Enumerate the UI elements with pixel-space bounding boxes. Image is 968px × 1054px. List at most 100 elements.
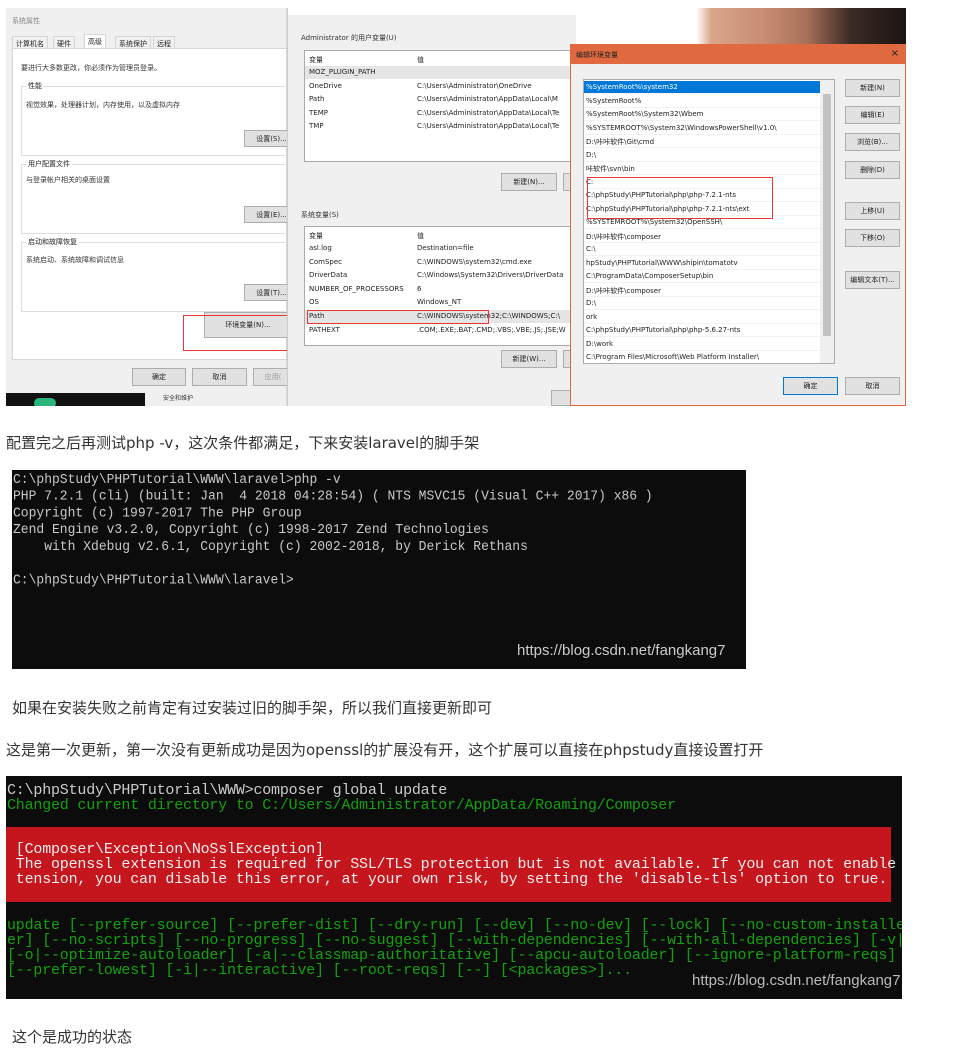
paragraph: 这是第一次更新，第一次没有更新成功是因为openssl的扩展没有开，这个扩展可以… [6, 741, 764, 759]
path-entry[interactable]: ork [584, 311, 820, 324]
highlight-box [183, 315, 300, 351]
group-startup-recovery: 启动和故障恢复 系统启动、系统故障和调试信息 设置(T)... [21, 237, 299, 312]
list-header: 变量 值 [305, 229, 583, 242]
variable-name: TEMP [309, 108, 328, 117]
path-entry[interactable]: D:\咔咔软件\composer [584, 230, 820, 243]
path-entry-text: C:\phpStudy\PHPTutorial\php\php-5.6.27-n… [586, 326, 741, 334]
paragraph: 这个是成功的状态 [12, 1028, 133, 1046]
path-entry[interactable]: C:\phpStudy\PHPTutorial\php\php-5.6.27-n… [584, 324, 820, 337]
path-entry[interactable]: D:\ [584, 297, 820, 310]
app-icon [34, 398, 56, 406]
path-entry-text: D:\work [586, 339, 614, 348]
changed-dir-line: Changed current directory to C:/Users/Ad… [7, 797, 676, 814]
path-entry-text: D:\咔咔软件\composer [586, 232, 661, 241]
error-message: [Composer\Exception\NoSslException] The … [15, 841, 896, 888]
variable-value: C:\Windows\System32\Drivers\DriverData [417, 271, 564, 280]
ok-button[interactable]: 确定 [132, 368, 186, 386]
path-entry-text: %SYSTEMROOT%\System32\WindowsPowerShell\… [586, 123, 777, 132]
list-header: 变量 值 [305, 53, 583, 66]
group-desc: 视觉效果，处理器计划，内存使用，以及虚拟内存 [26, 101, 180, 109]
window-top [288, 8, 577, 15]
path-entry-text: %SystemRoot%\System32\Wbem [586, 110, 704, 118]
path-entry[interactable]: %SystemRoot%\system32 [584, 81, 820, 94]
path-button-1[interactable]: 编辑(E) [845, 106, 900, 124]
tab-2[interactable]: 高级 [84, 34, 106, 49]
path-button-2[interactable]: 浏览(B)... [845, 133, 900, 151]
user-new-button[interactable]: 新建(N)... [501, 173, 557, 191]
variable-name: OS [309, 298, 319, 307]
variable-value: Destination=file [417, 244, 474, 252]
path-entry-text: %SYSTEMROOT%\System32\OpenSSH\ [586, 218, 723, 226]
list-row[interactable]: MOZ_PLUGIN_PATH [305, 66, 583, 79]
variable-name: MOZ_PLUGIN_PATH [309, 68, 376, 76]
group-label: 启动和故障恢复 [26, 237, 79, 247]
background-page [576, 8, 686, 44]
system-vars-list[interactable]: 变量 值 asl.log Destination=file ComSpec C:\WIND… [304, 226, 584, 346]
group-user-profiles: 用户配置文件 与登录帐户相关的桌面设置 设置(E)... [21, 159, 299, 234]
list-row[interactable]: OneDrive C:\Users\Administrator\OneDrive [305, 80, 583, 93]
php-path-highlight [587, 177, 773, 219]
environment-variables-window: Administrator 的用户变量(U) 变量值 MOZ_PLUGIN_PAT… [287, 8, 584, 406]
path-entry-text: C:\Program Files\Microsoft\Web Platform … [586, 353, 760, 361]
list-row[interactable]: TEMP C:\Users\Administrator\AppData\Local… [305, 107, 583, 120]
close-icon[interactable]: × [891, 48, 899, 59]
path-entry[interactable]: C:\ [584, 243, 820, 256]
list-row[interactable]: asl.log Destination=file [305, 242, 583, 255]
usage-text: update [--prefer-source] [--prefer-dist]… [7, 917, 902, 979]
path-entry[interactable]: %SystemRoot% [584, 95, 820, 108]
list-row[interactable]: Path C:\Users\Administrator\AppData\Local… [305, 93, 583, 106]
terminal-composer-update: C:\phpStudy\PHPTutorial\WWW>composer glo… [6, 776, 902, 999]
column-header-var[interactable]: 变量 [309, 55, 323, 65]
variable-value: C:\Users\Administrator\AppData\Local\Te [417, 108, 560, 117]
list-row[interactable]: DriverData C:\Windows\System32\Drivers\Dr… [305, 269, 583, 282]
path-entry[interactable]: D:\咔咔软件\composer [584, 284, 820, 297]
system-new-button[interactable]: 新建(W)... [501, 350, 557, 368]
watermark: https://blog.csdn.net/fangkang7 [517, 642, 726, 659]
path-entry[interactable]: hpStudy\PHPTutorial\WWW\shipin\tomatotv [584, 257, 820, 270]
ok-button[interactable]: 确定 [783, 377, 838, 395]
variable-name: ComSpec [309, 257, 343, 266]
path-button-3[interactable]: 删除(D) [845, 161, 900, 179]
path-entry[interactable]: C:\Program Files\Microsoft\Web Platform … [584, 351, 820, 363]
path-button-0[interactable]: 新建(N) [845, 79, 900, 97]
scrollbar[interactable] [820, 80, 834, 363]
list-row[interactable]: TMP C:\Users\Administrator\AppData\Local\… [305, 120, 583, 133]
path-entry[interactable]: %SystemRoot%\System32\Wbem [584, 108, 820, 121]
column-header-value[interactable]: 值 [417, 231, 424, 241]
list-row[interactable]: PATHEXT .COM;.EXE;.BAT;.CMD;.VBS;.VBE;.JS… [305, 324, 583, 337]
path-entry-text: D:\ [586, 150, 597, 159]
user-vars-list[interactable]: 变量 值 MOZ_PLUGIN_PATH OneDrive C:\Users\Admin… [304, 50, 584, 162]
column-header-var[interactable]: 变量 [309, 231, 323, 241]
variable-name: asl.log [309, 244, 332, 252]
path-button-4[interactable]: 上移(U) [845, 202, 900, 220]
variable-value: Windows_NT [417, 298, 462, 307]
path-entry[interactable]: 咔软件\svn\bin [584, 162, 820, 175]
paragraph: 如果在安装失败之前肯定有过安装过旧的脚手架，所以我们直接更新即可 [12, 699, 493, 717]
path-entries-list[interactable]: %SystemRoot%\system32 %SystemRoot% %System… [583, 79, 835, 364]
path-entry[interactable]: C:\ProgramData\ComposerSetup\bin [584, 270, 820, 283]
edit-env-var-window: 编辑环境变量 × %SystemRoot%\system32 %SystemRoo… [570, 44, 906, 406]
cancel-button[interactable]: 取消 [845, 377, 900, 395]
path-entry-text: C:\ProgramData\ComposerSetup\bin [586, 272, 714, 280]
path-entry[interactable]: D:\work [584, 338, 820, 351]
path-button-5[interactable]: 下移(O) [845, 229, 900, 247]
path-entry[interactable]: D:\咔咔软件\Git\cmd [584, 135, 820, 148]
scrollbar-thumb[interactable] [823, 94, 831, 336]
list-row[interactable]: NUMBER_OF_PROCESSORS 6 [305, 283, 583, 296]
variable-name: Path [309, 95, 325, 104]
path-entry-text: D:\咔咔软件\Git\cmd [586, 138, 655, 146]
variable-value: C:\Users\Administrator\AppData\Local\Te [417, 122, 560, 131]
list-row[interactable]: OS Windows_NT [305, 296, 583, 309]
user-vars-label: Administrator 的用户变量(U) [301, 34, 397, 42]
path-entry[interactable]: D:\ [584, 149, 820, 162]
path-entry[interactable]: %SYSTEMROOT%\System32\WindowsPowerShell\… [584, 122, 820, 135]
env-settings-screenshot: 系统属性 计算机名 硬件 高级 系统保护 远程 要进行大多数更改，你必须作为管理员登录。… [6, 8, 906, 406]
system-vars-label: 系统变量(S) [301, 211, 339, 219]
column-header-value[interactable]: 值 [417, 55, 424, 65]
cancel-button[interactable]: 取消 [192, 368, 247, 386]
behind-text: 安全和维护 [163, 395, 194, 402]
list-row[interactable]: ComSpec C:\WINDOWS\system32\cmd.exe [305, 256, 583, 269]
admin-note: 要进行大多数更改，你必须作为管理员登录。 [21, 64, 161, 72]
path-button-6[interactable]: 编辑文本(T)... [845, 271, 900, 289]
path-entry-text: hpStudy\PHPTutorial\WWW\shipin\tomatotv [586, 258, 738, 267]
